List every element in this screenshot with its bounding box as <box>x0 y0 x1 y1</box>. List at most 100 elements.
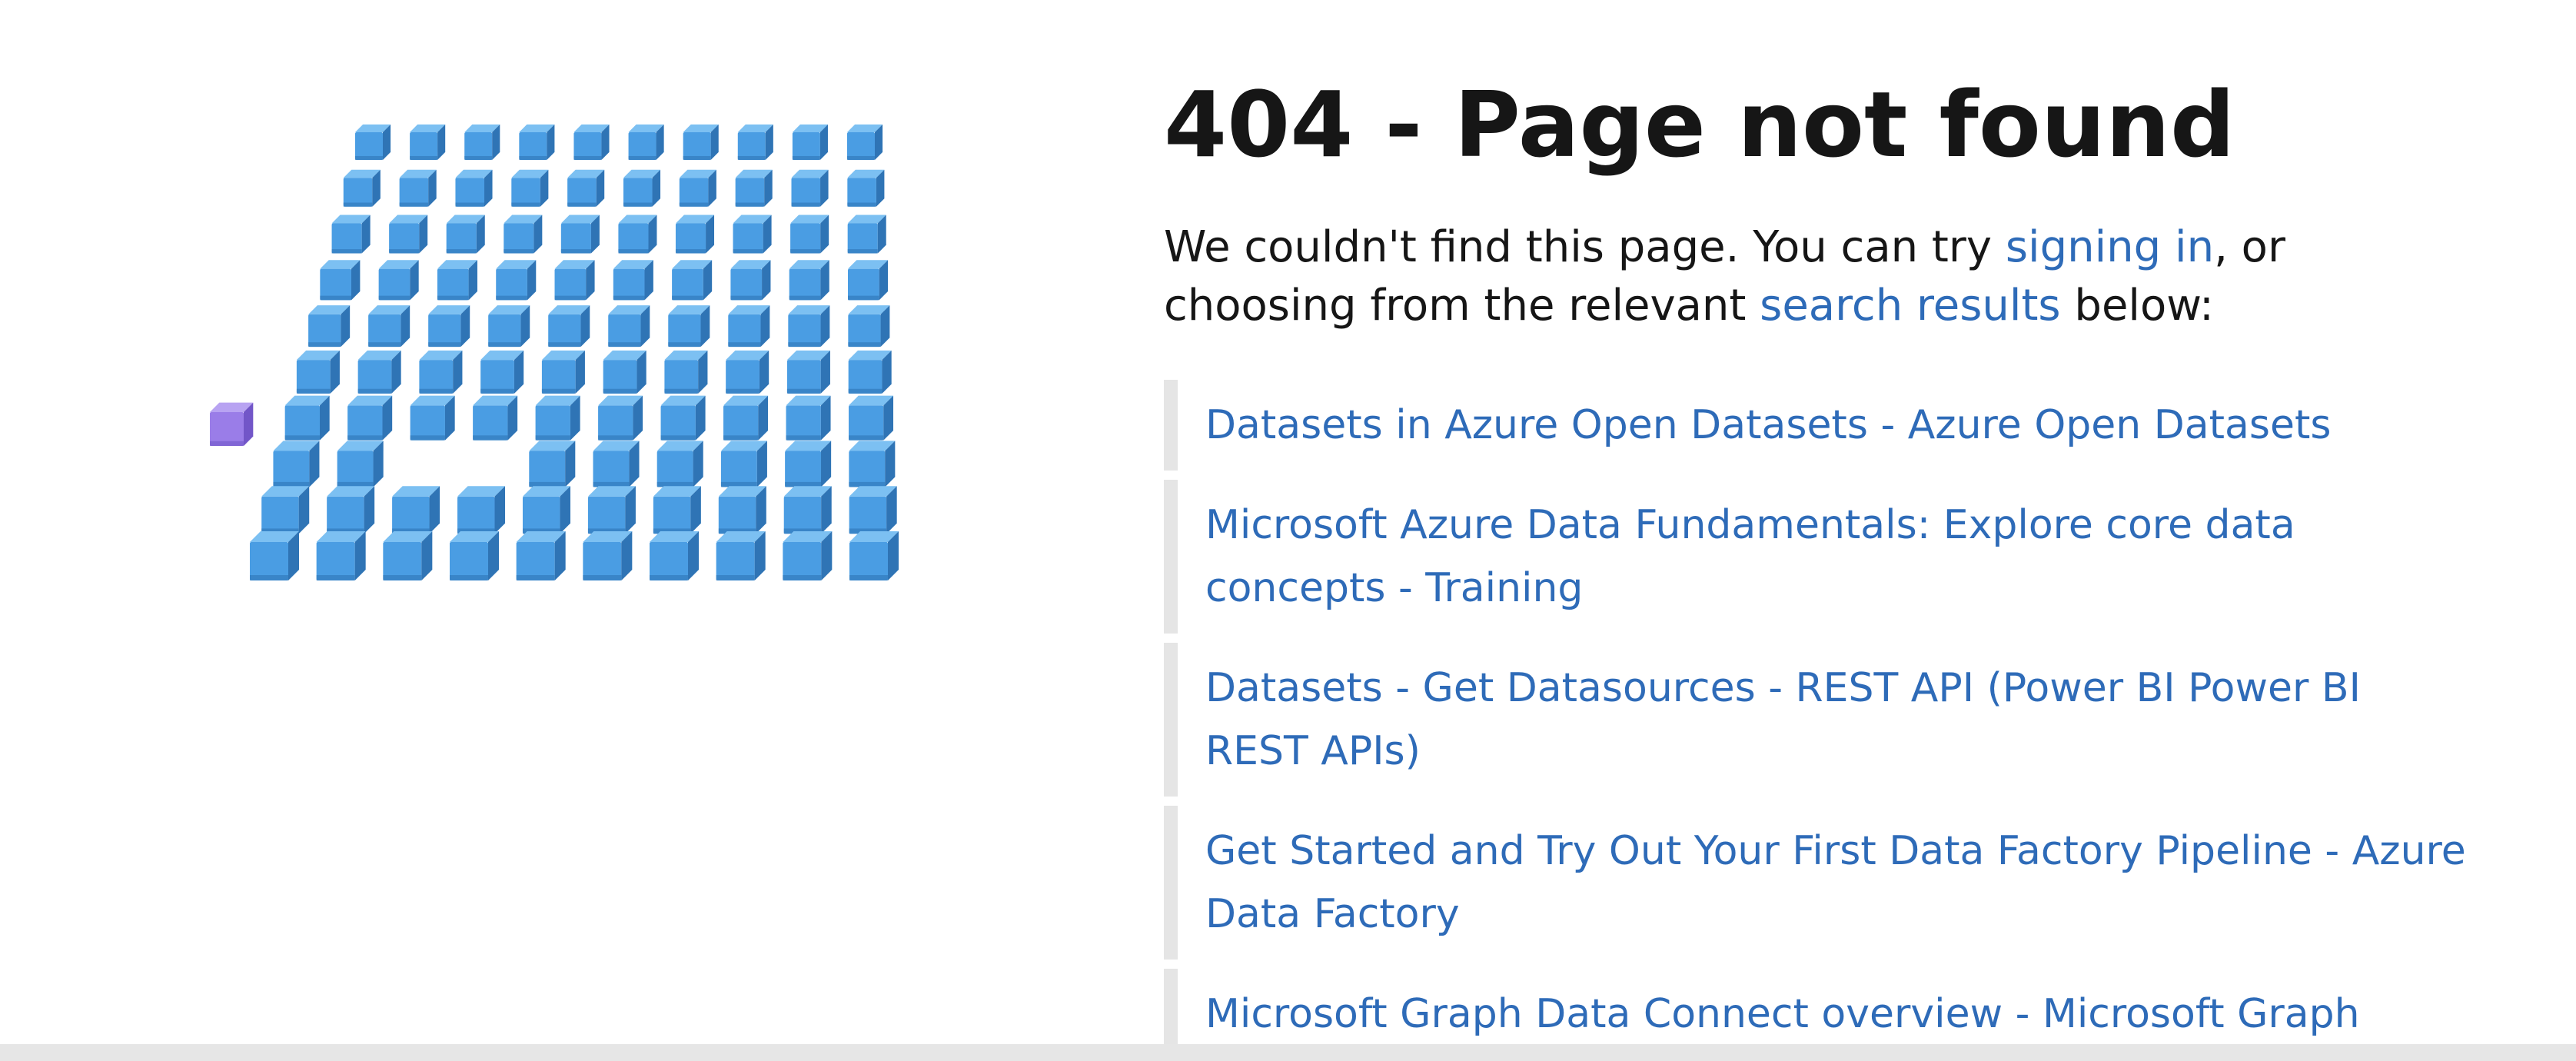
grid-cube <box>331 215 371 254</box>
grid-cube <box>683 124 719 160</box>
grid-cube <box>786 395 831 441</box>
grid-cube <box>368 305 410 348</box>
grid-cube <box>603 350 646 394</box>
grid-cube <box>783 486 832 534</box>
grid-cube <box>726 350 769 394</box>
grid-cube <box>720 441 767 487</box>
grid-cube <box>791 169 829 207</box>
grid-cube <box>848 350 892 394</box>
grid-cube <box>410 395 455 441</box>
grid-cube <box>516 531 566 580</box>
grid-cube <box>593 441 640 487</box>
grid-cube <box>464 124 500 160</box>
grid-cube <box>598 395 643 441</box>
grid-cube <box>567 169 605 207</box>
grid-cube <box>519 124 555 160</box>
grid-cube <box>849 486 897 534</box>
grid-cube <box>522 486 570 534</box>
grid-cube <box>790 215 829 254</box>
intro-text: We couldn't find this page. You can try … <box>1164 218 2471 335</box>
grid-cube <box>847 215 886 254</box>
grid-cube <box>347 395 393 441</box>
grid-cube <box>613 260 653 301</box>
grid-cube <box>428 305 470 348</box>
grid-cube <box>675 215 715 254</box>
grid-cube <box>728 305 770 348</box>
grid-cube <box>723 395 769 441</box>
cube-grid-illustration <box>210 124 899 580</box>
search-result-link[interactable]: Microsoft Graph Data Connect overview - … <box>1205 991 2360 1037</box>
grid-cube <box>628 124 664 160</box>
grid-cube <box>554 260 595 301</box>
grid-cube <box>608 305 650 348</box>
grid-cube <box>560 215 600 254</box>
grid-cube <box>735 169 773 207</box>
grid-cube <box>792 124 828 160</box>
grid-cube <box>455 169 493 207</box>
list-item: Datasets in Azure Open Datasets - Azure … <box>1164 380 2471 471</box>
grid-cube <box>250 531 299 580</box>
grid-cube <box>848 305 890 348</box>
intro-text-part: below: <box>2060 281 2214 331</box>
grid-cube <box>437 260 477 301</box>
main-content: 404 - Page not found We couldn't find th… <box>1164 71 2471 1061</box>
list-item: Microsoft Azure Data Fundamentals: Explo… <box>1164 480 2471 634</box>
grid-cube <box>716 531 766 580</box>
grid-cube <box>383 531 433 580</box>
grid-cube <box>511 169 549 207</box>
grid-cube <box>733 215 772 254</box>
grid-cube <box>457 486 506 534</box>
grid-cube <box>337 441 384 487</box>
grid-cube <box>355 124 391 160</box>
grid-cube <box>618 215 657 254</box>
grid-cube <box>848 260 889 301</box>
grid-cube <box>660 395 706 441</box>
grid-cube <box>789 260 829 301</box>
grid-cube <box>496 260 537 301</box>
grid-cube <box>849 531 899 580</box>
grid-cube <box>392 486 440 534</box>
search-result-link[interactable]: Datasets - Get Datasources - REST API (P… <box>1205 665 2361 774</box>
grid-cube <box>389 215 428 254</box>
grid-cube <box>488 305 530 348</box>
grid-cube <box>450 531 499 580</box>
grid-cube <box>480 350 524 394</box>
grid-cube <box>284 395 330 441</box>
grid-cube <box>308 305 351 348</box>
grid-cube <box>296 350 340 394</box>
odd-cube <box>210 402 254 446</box>
grid-cube <box>535 395 580 441</box>
grid-cube <box>410 124 446 160</box>
grid-cube <box>650 531 699 580</box>
grid-cube <box>849 441 896 487</box>
grid-cube <box>788 305 830 348</box>
grid-cube <box>316 531 366 580</box>
grid-cube <box>357 350 401 394</box>
grid-cube <box>672 260 713 301</box>
grid-cube <box>261 486 310 534</box>
grid-cube <box>473 395 518 441</box>
list-item: Get Started and Try Out Your First Data … <box>1164 806 2471 960</box>
grid-cube <box>785 441 832 487</box>
grid-cube <box>573 124 610 160</box>
footer-band <box>0 1044 2576 1061</box>
grid-cube <box>847 169 885 207</box>
grid-cube <box>730 260 771 301</box>
grid-cube <box>587 486 636 534</box>
grid-cube <box>399 169 437 207</box>
sign-in-link[interactable]: signing in <box>2006 222 2214 272</box>
search-results-list: Datasets in Azure Open Datasets - Azure … <box>1164 380 2471 1059</box>
grid-cube <box>541 350 585 394</box>
grid-cube <box>847 124 883 160</box>
search-result-link[interactable]: Get Started and Try Out Your First Data … <box>1205 828 2466 937</box>
search-result-link[interactable]: Datasets in Azure Open Datasets - Azure … <box>1205 402 2331 448</box>
grid-cube <box>718 486 766 534</box>
grid-cube <box>664 350 708 394</box>
grid-cube <box>737 124 773 160</box>
grid-cube <box>378 260 419 301</box>
grid-cube <box>786 350 830 394</box>
grid-cube <box>668 305 710 348</box>
search-result-link[interactable]: Microsoft Azure Data Fundamentals: Explo… <box>1205 502 2295 611</box>
search-results-link[interactable]: search results <box>1760 281 2060 331</box>
intro-text-part: We couldn't find this page. You can try <box>1164 222 2006 272</box>
